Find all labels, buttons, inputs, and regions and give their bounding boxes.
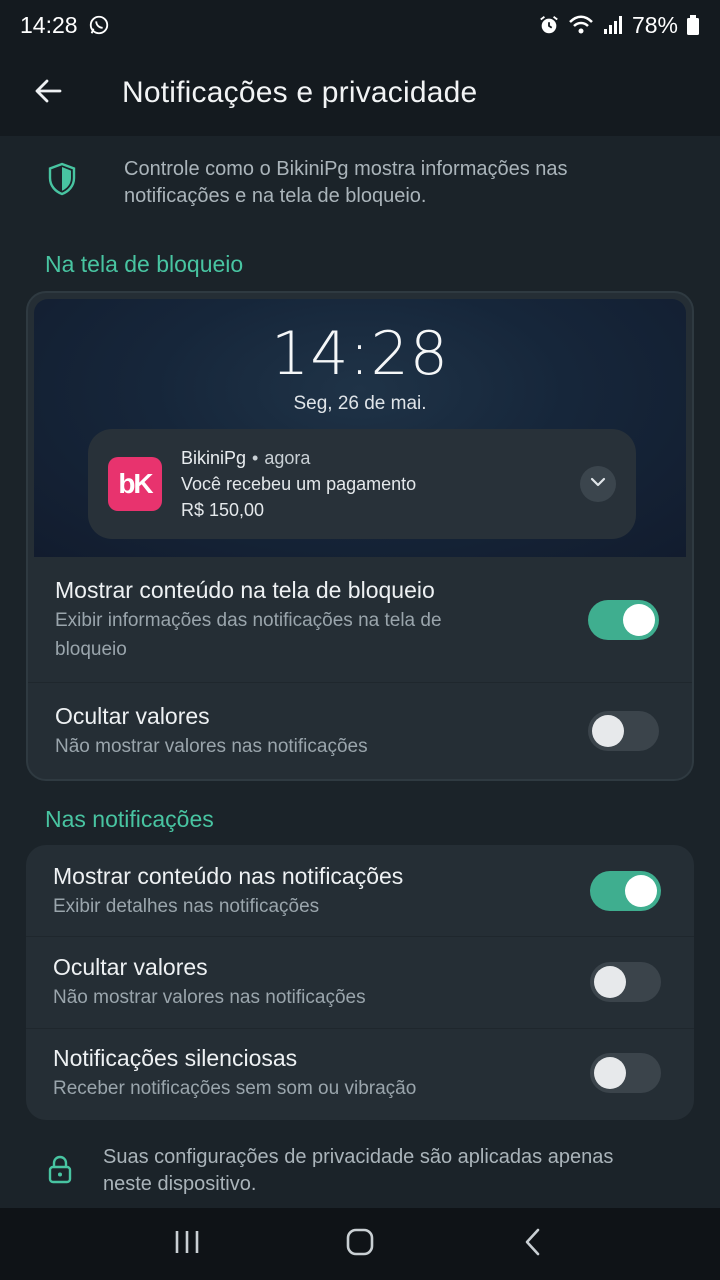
section-title-notifications: Nas notificações <box>45 806 214 832</box>
intro-section: Controle como o BikiniPg mostra informaç… <box>0 156 720 210</box>
shield-icon <box>0 156 124 196</box>
lockscreen-card: 14:28 Seg, 26 de mai. bK BikiniPg • agora … <box>26 291 694 781</box>
lockscreen-preview: 14:28 Seg, 26 de mai. bK BikiniPg • agora … <box>34 299 686 557</box>
back-icon <box>523 1227 543 1262</box>
whatsapp-icon <box>88 14 110 36</box>
divider <box>26 1028 694 1029</box>
alarm-icon <box>538 14 560 36</box>
preview-notification: bK BikiniPg • agora Você recebeu um pagame… <box>88 429 636 539</box>
setting-title: Notificações silenciosas <box>53 1045 298 1071</box>
setting-row-hide-values-lockscreen[interactable]: Ocultar valores Não mostrar valores nas … <box>28 701 692 761</box>
app-bar: Notificações e privacidade <box>0 50 720 136</box>
toggle-knob <box>592 715 624 747</box>
battery-icon <box>686 14 700 36</box>
privacy-footer: Suas configurações de privacidade são ap… <box>0 1144 720 1198</box>
toggle-knob <box>594 1057 626 1089</box>
app-logo: bK <box>108 457 162 511</box>
notifications-card: Mostrar conteúdo nas notificações Exibir… <box>26 845 694 1120</box>
battery-percent: 78% <box>631 11 678 38</box>
divider <box>28 682 692 683</box>
expand-notification-button[interactable] <box>580 466 616 502</box>
toggle-hide-values-lockscreen[interactable] <box>588 711 659 751</box>
preview-date: Seg, 26 de mai. <box>293 393 427 414</box>
toggle-knob <box>625 875 657 907</box>
home-icon <box>345 1227 375 1262</box>
setting-title: Mostrar conteúdo na tela de bloqueio <box>55 577 435 603</box>
footer-text: Suas configurações de privacidade são ap… <box>103 1146 614 1195</box>
toggle-show-notifications[interactable] <box>590 871 661 911</box>
setting-title: Mostrar conteúdo nas notificações <box>53 863 404 889</box>
setting-title: Ocultar valores <box>53 954 208 980</box>
notification-message: Você recebeu um pagamento <box>181 474 417 494</box>
toggle-knob <box>594 966 626 998</box>
recents-button[interactable] <box>147 1214 227 1274</box>
toggle-silent-notifications[interactable] <box>590 1053 661 1093</box>
notification-amount: R$ 150,00 <box>181 500 265 520</box>
nav-back-button[interactable] <box>493 1214 573 1274</box>
intro-text: Controle como o BikiniPg mostra informaç… <box>124 158 568 207</box>
chevron-down-icon <box>589 475 607 493</box>
wifi-icon <box>568 14 594 36</box>
back-button[interactable] <box>0 50 96 136</box>
screen: 14:28 78% Notificações e privacidade Con… <box>0 0 720 1280</box>
status-bar: 14:28 78% <box>0 0 720 50</box>
setting-row-silent-notifications[interactable]: Notificações silenciosas Receber notific… <box>26 1043 694 1103</box>
page-title: Notificações e privacidade <box>122 76 478 109</box>
setting-subtitle: Não mostrar valores nas notificações <box>53 987 366 1008</box>
setting-title: Ocultar valores <box>55 703 210 729</box>
status-time: 14:28 <box>20 11 78 38</box>
home-button[interactable] <box>320 1214 400 1274</box>
recents-icon <box>173 1229 201 1260</box>
setting-row-show-lockscreen[interactable]: Mostrar conteúdo na tela de bloqueio Exi… <box>28 575 692 664</box>
arrow-left-icon <box>33 76 63 111</box>
section-title-lockscreen: Na tela de bloqueio <box>45 251 244 277</box>
signal-icon <box>602 14 624 36</box>
notification-separator: • <box>252 448 259 468</box>
setting-subtitle: Receber notificações sem som ou vibração <box>53 1078 417 1099</box>
notification-app-name: BikiniPg <box>181 448 247 468</box>
notification-time: agora <box>264 448 311 468</box>
setting-subtitle: Não mostrar valores nas notificações <box>55 736 368 757</box>
divider <box>26 936 694 937</box>
notification-header: BikiniPg • agora <box>181 445 416 471</box>
setting-subtitle: Exibir informações das notificações na t… <box>55 610 442 660</box>
preview-clock: 14:28 <box>271 319 449 389</box>
setting-row-hide-values-notifications[interactable]: Ocultar valores Não mostrar valores nas … <box>26 952 694 1012</box>
toggle-knob <box>623 603 655 636</box>
toggle-show-lockscreen[interactable] <box>588 599 659 640</box>
notification-body: BikiniPg • agora Você recebeu um pagamento… <box>181 445 416 523</box>
system-navigation-bar <box>0 1208 720 1280</box>
toggle-hide-values-notifications[interactable] <box>590 962 661 1002</box>
setting-subtitle: Exibir detalhes nas notificações <box>53 896 320 917</box>
lock-icon <box>0 1144 120 1184</box>
setting-row-show-notifications[interactable]: Mostrar conteúdo nas notificações Exibir… <box>26 861 694 921</box>
